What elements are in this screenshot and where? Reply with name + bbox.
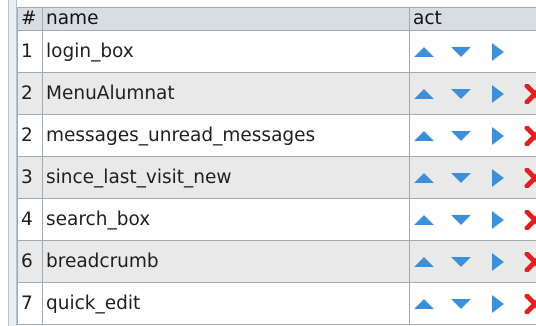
table-row: 4 search_box: [17, 198, 536, 241]
move-down-icon[interactable]: [450, 252, 472, 272]
module-table-panel: # name act 1 login_box 2 MenuAlumnat 2 messag…: [0, 0, 536, 326]
left-panel-edge: [8, 0, 17, 326]
move-right-icon[interactable]: [487, 294, 509, 314]
action-icons: [413, 40, 536, 64]
row-number: 7: [17, 282, 43, 325]
move-down-icon[interactable]: [450, 210, 472, 230]
action-icons: [413, 124, 536, 148]
row-number: 2: [17, 114, 43, 157]
table-row: 7 quick_edit: [17, 282, 536, 325]
move-down-icon[interactable]: [450, 126, 472, 146]
delete-icon[interactable]: [524, 251, 536, 272]
row-name: messages_unread_messages: [42, 114, 410, 157]
move-up-icon[interactable]: [413, 42, 435, 62]
row-number: 4: [17, 198, 43, 241]
row-name: breadcrumb: [42, 240, 410, 283]
action-icons: [413, 208, 536, 232]
table-row: 3 since_last_visit_new: [17, 156, 536, 199]
move-right-icon[interactable]: [487, 126, 509, 146]
row-name: search_box: [42, 198, 410, 241]
move-up-icon[interactable]: [413, 84, 435, 104]
move-right-icon[interactable]: [487, 168, 509, 188]
action-icons: [413, 250, 536, 274]
move-right-icon[interactable]: [487, 252, 509, 272]
move-up-icon[interactable]: [413, 294, 435, 314]
table-row: 6 breadcrumb: [17, 240, 536, 283]
move-down-icon[interactable]: [450, 168, 472, 188]
move-up-icon[interactable]: [413, 168, 435, 188]
column-header-act: act: [409, 7, 536, 31]
row-actions: [409, 72, 536, 115]
row-number: 1: [17, 30, 43, 73]
row-number: 2: [17, 72, 43, 115]
move-up-icon[interactable]: [413, 126, 435, 146]
table-row: 2 MenuAlumnat: [17, 72, 536, 115]
table-row: 1 login_box: [17, 30, 536, 73]
action-icons: [413, 82, 536, 106]
delete-icon[interactable]: [524, 83, 536, 104]
row-name: login_box: [42, 30, 410, 73]
delete-icon[interactable]: [524, 293, 536, 314]
row-number: 6: [17, 240, 43, 283]
modules-table: # name act 1 login_box 2 MenuAlumnat 2 messag…: [17, 7, 536, 325]
delete-icon[interactable]: [524, 209, 536, 230]
column-header-number: #: [17, 7, 43, 31]
action-icons: [413, 166, 536, 190]
row-actions: [409, 240, 536, 283]
move-down-icon[interactable]: [450, 42, 472, 62]
row-name: since_last_visit_new: [42, 156, 410, 199]
row-actions: [409, 156, 536, 199]
move-up-icon[interactable]: [413, 210, 435, 230]
row-name: quick_edit: [42, 282, 410, 325]
move-down-icon[interactable]: [450, 294, 472, 314]
row-name: MenuAlumnat: [42, 72, 410, 115]
move-up-icon[interactable]: [413, 252, 435, 272]
row-actions: [409, 114, 536, 157]
column-header-name: name: [42, 7, 410, 31]
move-down-icon[interactable]: [450, 84, 472, 104]
table-header-row: # name act: [17, 7, 536, 31]
row-actions: [409, 30, 536, 73]
row-number: 3: [17, 156, 43, 199]
row-actions: [409, 282, 536, 325]
delete-icon[interactable]: [524, 125, 536, 146]
action-icons: [413, 292, 536, 316]
delete-icon[interactable]: [524, 167, 536, 188]
table-row: 2 messages_unread_messages: [17, 114, 536, 157]
move-right-icon[interactable]: [487, 210, 509, 230]
move-right-icon[interactable]: [487, 42, 509, 62]
move-right-icon[interactable]: [487, 84, 509, 104]
row-actions: [409, 198, 536, 241]
